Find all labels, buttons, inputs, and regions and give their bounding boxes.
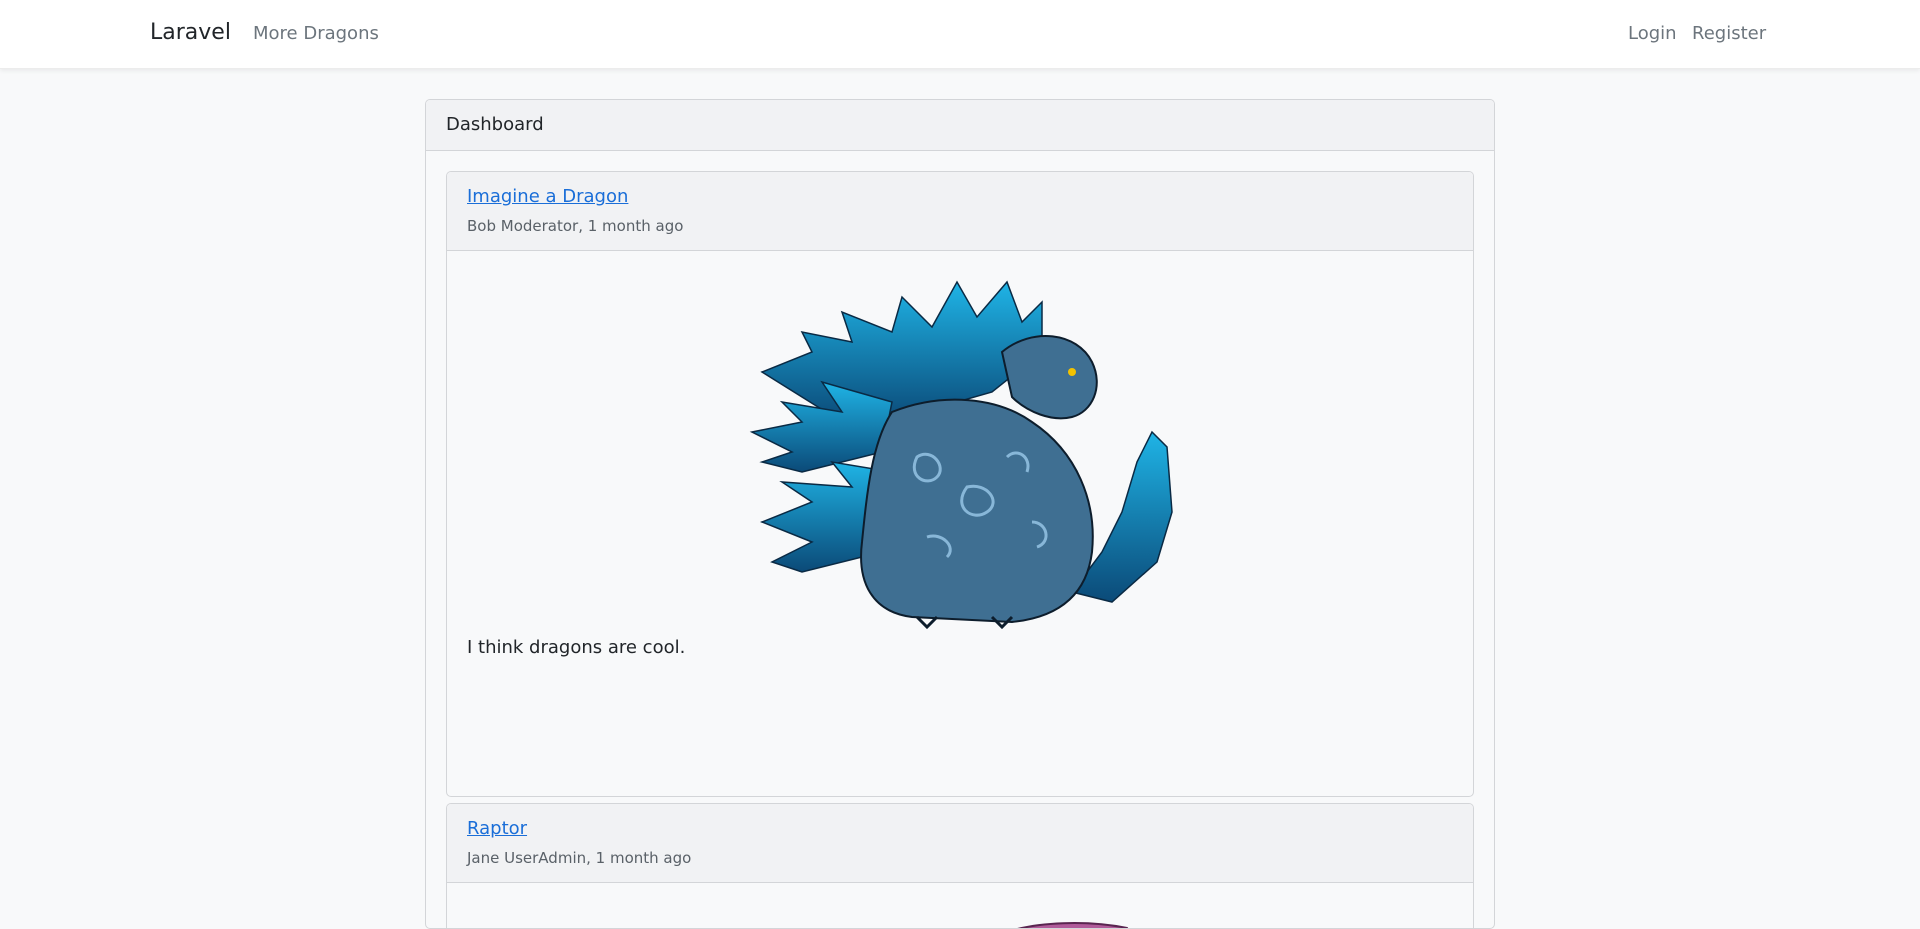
post-body: I think dragons are cool. [467, 637, 686, 658]
post-meta: Jane UserAdmin, 1 month ago [467, 849, 692, 867]
post-meta: Bob Moderator, 1 month ago [467, 217, 684, 235]
blue-dragon-image [749, 280, 1173, 630]
post-card: Imagine a Dragon Bob Moderator, 1 month … [446, 171, 1474, 797]
login-link[interactable]: Login [1628, 23, 1677, 44]
top-navbar: Laravel More Dragons Login Register [0, 0, 1920, 69]
post-card: Raptor Jane UserAdmin, 1 month ago [446, 803, 1474, 928]
dashboard-card: Dashboard Imagine a Dragon Bob Moderator… [425, 99, 1495, 929]
post-header: Raptor Jane UserAdmin, 1 month ago [447, 804, 1473, 883]
post-title-link[interactable]: Raptor [467, 818, 1453, 840]
card-header: Dashboard [426, 100, 1494, 151]
nav-link-more-dragons[interactable]: More Dragons [253, 23, 379, 44]
register-link[interactable]: Register [1692, 23, 1766, 44]
post-title-link[interactable]: Imagine a Dragon [467, 186, 1453, 208]
post-header: Imagine a Dragon Bob Moderator, 1 month … [447, 172, 1473, 251]
brand-link[interactable]: Laravel [150, 20, 231, 45]
pink-dragon-image [1017, 922, 1129, 928]
